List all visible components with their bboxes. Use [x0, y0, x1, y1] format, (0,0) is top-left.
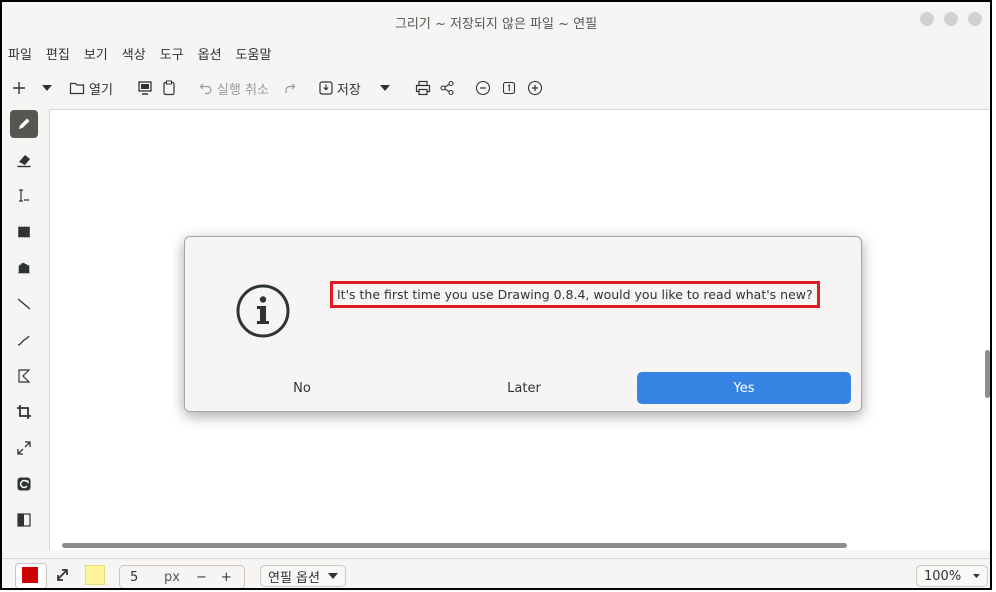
- minimize-button[interactable]: [920, 12, 934, 26]
- zoom-label: 100%: [924, 568, 962, 584]
- tool-sidebar: [10, 110, 42, 542]
- zoom-in-icon: [527, 80, 542, 96]
- window-controls: [920, 12, 982, 26]
- free-select-icon: [18, 262, 30, 274]
- tool-options-dropdown[interactable]: 연필 옵션: [260, 565, 346, 587]
- main-color-button[interactable]: [15, 563, 47, 588]
- yes-button[interactable]: Yes: [637, 372, 851, 404]
- save-label: 저장: [336, 82, 361, 98]
- clipboard-icon: [163, 80, 175, 96]
- zoom-original-button[interactable]: [498, 74, 520, 102]
- tool-scale[interactable]: [10, 434, 38, 462]
- zoom-out-icon: [475, 80, 490, 96]
- window-title: 그리기 ~ 저장되지 않은 파일 ~ 연필: [394, 17, 598, 32]
- zoom-original-icon: [502, 81, 515, 95]
- plus-icon: [13, 82, 25, 94]
- triangle-down-icon: [379, 85, 390, 91]
- toolbar: 열기 실행 취소 저장: [2, 72, 990, 104]
- save-button[interactable]: 저장: [316, 74, 364, 102]
- exchange-colors-button[interactable]: [54, 566, 72, 588]
- folder-icon: [69, 82, 85, 95]
- whats-new-dialog: It's the first time you use Drawing 0.8.…: [184, 236, 862, 412]
- main-color-swatch: [22, 567, 38, 583]
- share-button[interactable]: [436, 74, 458, 102]
- tool-rotate[interactable]: [10, 470, 38, 498]
- menu-colors[interactable]: 색상: [122, 44, 146, 64]
- save-icon: [319, 81, 333, 95]
- share-icon: [440, 80, 454, 96]
- crop-icon: [17, 405, 31, 419]
- tool-polygon[interactable]: [10, 362, 38, 390]
- secondary-color-swatch[interactable]: [85, 565, 105, 585]
- eraser-icon: [17, 155, 31, 168]
- horizontal-scrollbar[interactable]: [62, 543, 847, 548]
- print-button[interactable]: [412, 74, 434, 102]
- tool-free-select[interactable]: [10, 254, 38, 282]
- tool-line[interactable]: [10, 290, 38, 318]
- line-icon: [17, 298, 31, 310]
- new-button[interactable]: [8, 74, 30, 102]
- open-button[interactable]: 열기: [66, 74, 116, 102]
- triangle-down-icon: [973, 573, 980, 579]
- printer-icon: [415, 80, 430, 96]
- tool-filters[interactable]: [10, 506, 38, 534]
- image-clipboard-icon: [138, 81, 152, 95]
- size-increase-button[interactable]: +: [221, 570, 232, 585]
- close-button[interactable]: [968, 12, 982, 26]
- tool-crop[interactable]: [10, 398, 38, 426]
- save-menu-button[interactable]: [374, 74, 396, 102]
- app-window: 그리기 ~ 저장되지 않은 파일 ~ 연필 파일 편집 보기 색상 도구 옵션 …: [0, 0, 992, 590]
- size-value[interactable]: 5: [130, 570, 154, 585]
- menu-options[interactable]: 옵션: [198, 44, 222, 64]
- triangle-down-icon: [42, 85, 52, 91]
- tool-options-label: 연필 옵션: [268, 570, 320, 586]
- tool-curve[interactable]: [10, 326, 38, 354]
- exchange-icon: [57, 569, 68, 581]
- rect-select-icon: [18, 226, 30, 238]
- menu-help[interactable]: 도움말: [236, 44, 272, 64]
- filters-icon: [17, 513, 31, 527]
- maximize-button[interactable]: [944, 12, 958, 26]
- tool-rect-select[interactable]: [10, 218, 38, 246]
- menu-view[interactable]: 보기: [84, 44, 108, 64]
- text-icon: [19, 189, 29, 202]
- undo-label: 실행 취소: [216, 82, 269, 98]
- redo-button[interactable]: [278, 74, 300, 102]
- tool-text[interactable]: [10, 182, 38, 210]
- curve-icon: [17, 335, 30, 346]
- menu-file[interactable]: 파일: [8, 44, 32, 64]
- title-bar: 그리기 ~ 저장되지 않은 파일 ~ 연필: [2, 2, 990, 38]
- menu-edit[interactable]: 편집: [46, 44, 70, 64]
- new-menu-button[interactable]: [36, 74, 58, 102]
- dialog-message: It's the first time you use Drawing 0.8.…: [330, 281, 820, 308]
- pencil-icon: [19, 118, 30, 129]
- paste-button[interactable]: [158, 74, 180, 102]
- undo-icon: [199, 83, 212, 95]
- later-button[interactable]: Later: [417, 372, 631, 404]
- zoom-dropdown[interactable]: 100%: [916, 565, 988, 587]
- menu-tools[interactable]: 도구: [160, 44, 184, 64]
- triangle-down-icon: [327, 573, 338, 579]
- info-icon: [236, 284, 290, 338]
- tool-pencil[interactable]: [10, 110, 38, 138]
- size-decrease-button[interactable]: −: [196, 570, 207, 585]
- scale-icon: [17, 441, 31, 455]
- size-stepper: 5 px − +: [119, 565, 245, 588]
- size-unit: px: [164, 569, 180, 585]
- vertical-scrollbar[interactable]: [985, 350, 990, 398]
- copy-image-button[interactable]: [134, 74, 156, 102]
- open-label: 열기: [89, 82, 113, 98]
- undo-button[interactable]: 실행 취소: [196, 74, 272, 102]
- zoom-in-button[interactable]: [524, 74, 546, 102]
- no-button[interactable]: No: [195, 372, 409, 404]
- tool-eraser[interactable]: [10, 146, 38, 174]
- redo-icon: [285, 83, 296, 93]
- menu-bar: 파일 편집 보기 색상 도구 옵션 도움말: [8, 44, 271, 64]
- polygon-icon: [18, 369, 31, 383]
- bottom-bar: 5 px − + 연필 옵션 100%: [2, 558, 990, 588]
- rotate-icon: [17, 477, 31, 491]
- zoom-out-button[interactable]: [472, 74, 494, 102]
